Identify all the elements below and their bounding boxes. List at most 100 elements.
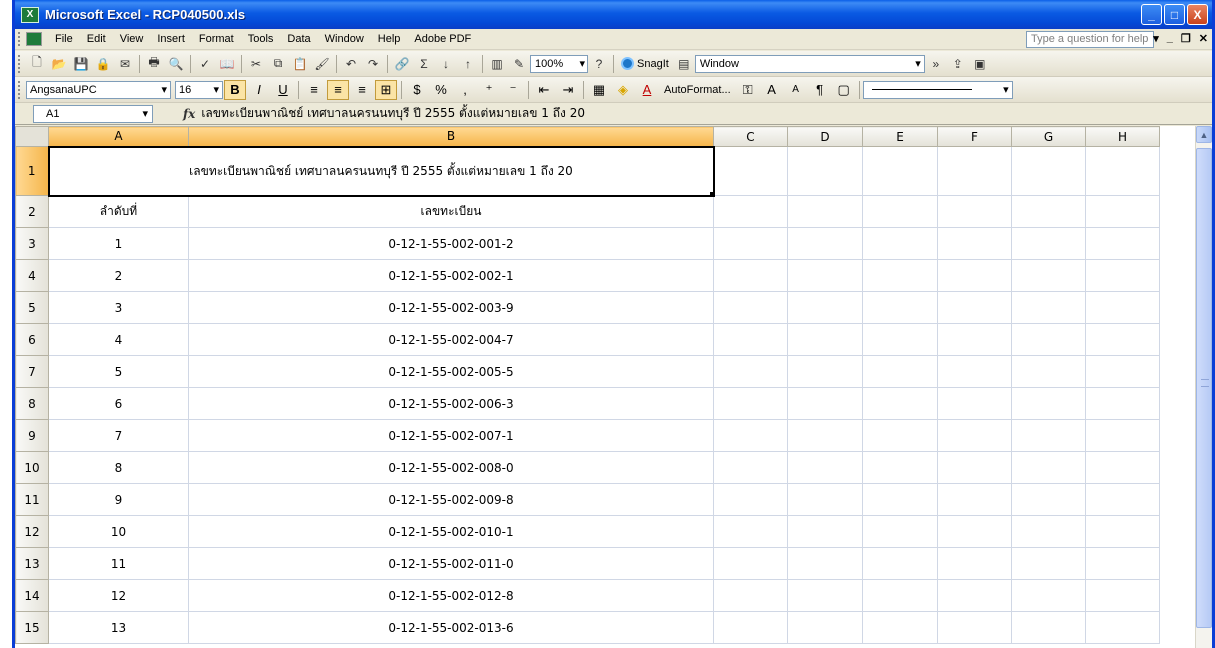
cell[interactable] <box>862 611 938 644</box>
cell[interactable] <box>1011 195 1086 228</box>
name-box[interactable]: A1 ▾ <box>33 104 153 123</box>
row-header[interactable]: 5 <box>15 291 49 324</box>
cell[interactable] <box>1011 291 1086 324</box>
cell[interactable] <box>937 547 1012 580</box>
select-all-corner[interactable] <box>15 126 49 147</box>
cell[interactable] <box>937 355 1012 388</box>
cell[interactable] <box>1011 323 1086 356</box>
toolbar-grip-icon[interactable] <box>18 54 22 73</box>
cell[interactable] <box>713 355 788 388</box>
cell[interactable] <box>1011 515 1086 548</box>
cell[interactable] <box>862 547 938 580</box>
header-cell-registration[interactable]: เลขทะเบียน <box>188 195 714 228</box>
open-icon[interactable]: 📂 <box>49 54 69 74</box>
registration-cell[interactable]: 0-12-1-55-002-004-7 <box>188 323 714 356</box>
header-cell-order[interactable]: ลำดับที่ <box>48 195 189 228</box>
grow-font-icon[interactable]: A <box>761 80 783 100</box>
menu-view[interactable]: View <box>113 33 151 45</box>
cell[interactable] <box>787 355 863 388</box>
formula-input[interactable]: เลขทะเบียนพาณิชย์ เทศบาลนครนนทบุรี ปี 25… <box>201 104 585 123</box>
cell[interactable] <box>787 387 863 420</box>
workbook-minimize-icon[interactable]: _ <box>1167 32 1173 45</box>
currency-icon[interactable]: $ <box>406 80 428 100</box>
registration-cell[interactable]: 0-12-1-55-002-003-9 <box>188 291 714 324</box>
zoom-select[interactable]: 100% ▾ <box>530 54 588 73</box>
cell[interactable] <box>713 451 788 484</box>
close-button[interactable]: X <box>1187 4 1208 25</box>
registration-cell[interactable]: 0-12-1-55-002-011-0 <box>188 547 714 580</box>
cell[interactable] <box>937 259 1012 292</box>
cell[interactable] <box>862 387 938 420</box>
undo-icon[interactable]: ↶ <box>341 54 361 74</box>
cell[interactable] <box>862 419 938 452</box>
menu-tools[interactable]: Tools <box>241 33 281 45</box>
window-select[interactable]: Window ▾ <box>694 54 925 73</box>
order-cell[interactable]: 6 <box>48 387 189 420</box>
cell[interactable] <box>787 451 863 484</box>
cell[interactable] <box>787 611 863 644</box>
cell[interactable] <box>937 419 1012 452</box>
cell[interactable] <box>713 195 788 228</box>
cell[interactable] <box>1085 323 1160 356</box>
cell[interactable] <box>1085 515 1160 548</box>
cell[interactable] <box>862 579 938 612</box>
autoformat-button[interactable]: AutoFormat... <box>659 84 736 96</box>
column-header-b[interactable]: B <box>188 126 714 147</box>
adobe-convert-icon[interactable]: ⇪ <box>948 54 968 74</box>
cell[interactable] <box>713 259 788 292</box>
cell[interactable] <box>862 515 938 548</box>
registration-cell[interactable]: 0-12-1-55-002-002-1 <box>188 259 714 292</box>
sort-ascending-icon[interactable]: ↓ <box>436 54 456 74</box>
line-style-select[interactable]: ▾ <box>862 80 1013 99</box>
insert-function-icon[interactable]: fx <box>183 107 195 121</box>
cell[interactable] <box>862 355 938 388</box>
pdf-icon[interactable]: ▣ <box>970 54 990 74</box>
title-bar[interactable]: X Microsoft Excel - RCP040500.xls _ □ X <box>15 0 1212 29</box>
font-name-select[interactable]: AngsanaUPC ▾ <box>26 80 171 99</box>
cell[interactable] <box>713 323 788 356</box>
registration-cell[interactable]: 0-12-1-55-002-009-8 <box>188 483 714 516</box>
column-header-d[interactable]: D <box>787 126 863 147</box>
cell[interactable] <box>1011 355 1086 388</box>
vertical-scrollbar[interactable]: ▲ <box>1195 126 1212 648</box>
cell[interactable] <box>787 547 863 580</box>
cell[interactable] <box>1085 227 1160 260</box>
maximize-button[interactable]: □ <box>1164 4 1185 25</box>
scroll-thumb[interactable] <box>1196 148 1212 628</box>
column-header-c[interactable]: C <box>713 126 788 147</box>
order-cell[interactable]: 1 <box>48 227 189 260</box>
hyperlink-icon[interactable]: 🔗 <box>392 54 412 74</box>
save-icon[interactable]: 💾 <box>71 54 91 74</box>
help-search-input[interactable]: Type a question for help <box>1026 31 1154 48</box>
cell[interactable] <box>937 515 1012 548</box>
workbook-icon[interactable] <box>26 32 42 46</box>
email-icon[interactable]: ✉ <box>115 54 135 74</box>
row-header[interactable]: 10 <box>15 451 49 484</box>
registration-cell[interactable]: 0-12-1-55-002-007-1 <box>188 419 714 452</box>
column-header-a[interactable]: A <box>48 126 189 147</box>
cell[interactable] <box>937 323 1012 356</box>
font-size-select[interactable]: 16 ▾ <box>175 80 223 99</box>
cell[interactable] <box>937 483 1012 516</box>
cell[interactable] <box>713 419 788 452</box>
cell[interactable] <box>713 547 788 580</box>
cell[interactable] <box>787 515 863 548</box>
cell[interactable] <box>1085 547 1160 580</box>
excel-app-icon[interactable]: X <box>21 6 39 23</box>
shrink-font-icon[interactable]: A <box>785 80 807 100</box>
workbook-restore-icon[interactable]: ❐ <box>1181 32 1191 45</box>
worksheet-grid[interactable]: A B C D E F G H 1 เลขทะเบียนพาณิชย์ เทศบ… <box>15 126 1195 648</box>
cell[interactable] <box>1085 355 1160 388</box>
row-header[interactable]: 7 <box>15 355 49 388</box>
cell[interactable] <box>787 195 863 228</box>
order-cell[interactable]: 12 <box>48 579 189 612</box>
cell[interactable] <box>937 611 1012 644</box>
order-cell[interactable]: 3 <box>48 291 189 324</box>
font-color-icon[interactable]: A <box>636 80 658 100</box>
cell[interactable] <box>862 195 938 228</box>
snagit-button[interactable]: SnagIt <box>617 57 673 70</box>
underline-button[interactable]: U <box>272 80 294 100</box>
fill-handle[interactable] <box>709 191 712 194</box>
increase-decimal-icon[interactable]: ⁺ <box>478 80 500 100</box>
research-icon[interactable]: 📖 <box>217 54 237 74</box>
